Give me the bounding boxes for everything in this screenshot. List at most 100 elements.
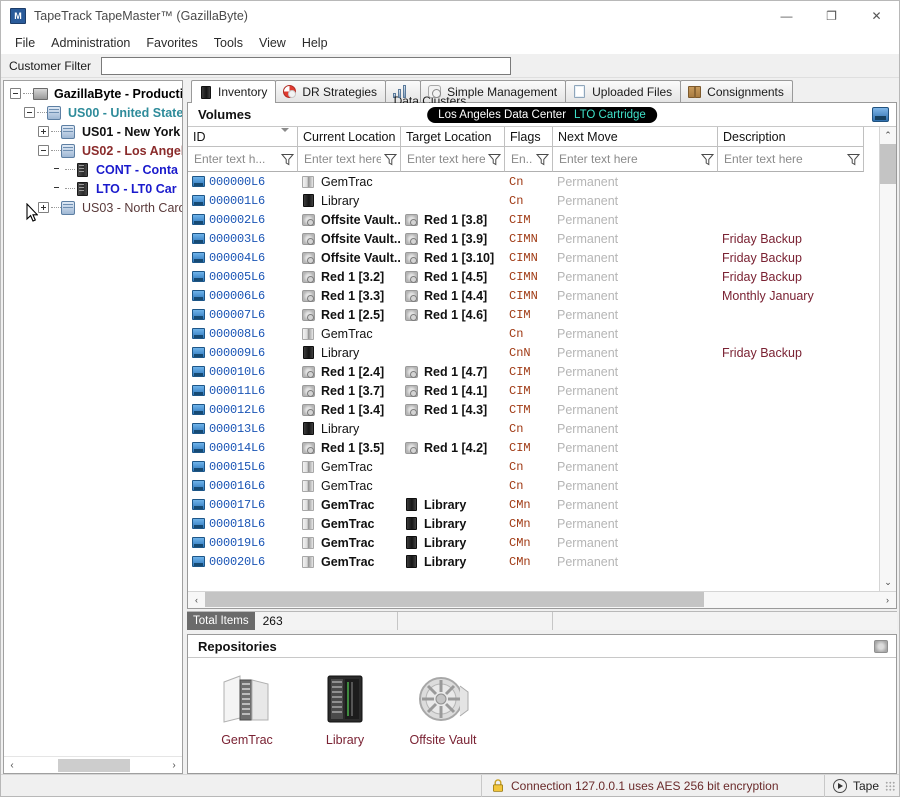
column-header-next-move[interactable]: Next Move	[553, 127, 718, 147]
table-row[interactable]: 000019L6 GemTrac Library CMn Permanent	[188, 533, 879, 552]
tree-node[interactable]: US00 - United State	[4, 103, 182, 122]
table-row[interactable]: 000007L6 Red 1 [2.5] Red 1 [4.6] CIM Permane…	[188, 305, 879, 324]
column-header-description[interactable]: Description	[718, 127, 864, 147]
table-row[interactable]: 000008L6 GemTrac Cn Permanent	[188, 324, 879, 343]
repository-item[interactable]: Library	[300, 672, 390, 773]
tree-node[interactable]: US02 - Los Angel	[4, 141, 182, 160]
filter-input-description[interactable]	[722, 151, 846, 167]
cell-next-move: Permanent	[553, 229, 718, 248]
column-header-id[interactable]: ID	[188, 127, 298, 147]
table-row[interactable]: 000017L6 GemTrac Library CMn Permanent	[188, 495, 879, 514]
table-row[interactable]: 000005L6 Red 1 [3.2] Red 1 [4.5] CIMN Perman…	[188, 267, 879, 286]
grid-vertical-scrollbar[interactable]: ⌃ ⌄	[879, 127, 896, 591]
filter-input-current-location[interactable]	[302, 151, 383, 167]
grid-scroll-left-icon[interactable]: ‹	[188, 592, 205, 608]
customer-filter-input[interactable]	[101, 56, 512, 75]
table-row[interactable]: 000009L6 Library CnN Permanent Friday Backup	[188, 343, 879, 362]
grid-vscroll-track[interactable]	[880, 144, 896, 574]
repository-item[interactable]: Offsite Vault	[398, 672, 488, 773]
menu-item-favorites[interactable]: Favorites	[138, 34, 205, 52]
cell-description	[718, 552, 864, 571]
tab-dr-strategies[interactable]: DR Strategies	[275, 80, 387, 102]
table-row[interactable]: 000016L6 GemTrac Cn Permanent	[188, 476, 879, 495]
tree-node[interactable]: CONT - Conta	[4, 160, 182, 179]
menu-item-view[interactable]: View	[251, 34, 294, 52]
table-row[interactable]: 000012L6 Red 1 [3.4] Red 1 [4.3] CTM Permane…	[188, 400, 879, 419]
vault-icon[interactable]	[874, 639, 888, 653]
window-title: TapeTrack TapeMaster™ (GazillaByte)	[34, 9, 248, 23]
grid-scroll-down-icon[interactable]: ⌄	[880, 574, 896, 591]
filter-input-target-location[interactable]	[405, 151, 487, 167]
table-row[interactable]: 000014L6 Red 1 [3.5] Red 1 [4.2] CIM Permane…	[188, 438, 879, 457]
sidebar-scroll-track[interactable]	[20, 757, 166, 773]
filter-funnel-icon[interactable]	[383, 152, 398, 167]
grid-hscroll-thumb[interactable]	[205, 592, 704, 607]
tab-inventory[interactable]: Inventory	[191, 80, 277, 103]
filter-funnel-icon[interactable]	[535, 152, 550, 167]
menu-item-help[interactable]: Help	[294, 34, 336, 52]
table-row[interactable]: 000002L6 Offsite Vault... Red 1 [3.8] CIM Pe…	[188, 210, 879, 229]
tab-consignments[interactable]: Consignments	[680, 80, 793, 102]
tab-data-clusters[interactable]: Data Clusters	[385, 80, 466, 108]
repository-item[interactable]: GemTrac	[202, 672, 292, 773]
table-row[interactable]: 000004L6 Offsite Vault... Red 1 [3.10] CIMN…	[188, 248, 879, 267]
close-button[interactable]: ✕	[854, 1, 899, 32]
cell-current-location: GemTrac	[298, 495, 401, 514]
filter-funnel-icon[interactable]	[846, 152, 861, 167]
resize-grip-icon[interactable]	[885, 780, 895, 791]
collapse-toggle-icon[interactable]	[10, 88, 21, 99]
grid-vscroll-thumb[interactable]	[880, 144, 896, 184]
grid-scroll-up-icon[interactable]: ⌃	[880, 127, 896, 144]
column-header-flags[interactable]: Flags	[505, 127, 553, 147]
minimize-button[interactable]: —	[764, 1, 809, 32]
table-row[interactable]: 000010L6 Red 1 [2.4] Red 1 [4.7] CIM Permane…	[188, 362, 879, 381]
table-row[interactable]: 000018L6 GemTrac Library CMn Permanent	[188, 514, 879, 533]
cell-target-location	[401, 343, 505, 362]
cell-target-location	[401, 172, 505, 191]
tree-node[interactable]: GazillaByte - Production	[4, 84, 182, 103]
filter-input-flags[interactable]	[509, 151, 535, 167]
table-row[interactable]: 000015L6 GemTrac Cn Permanent	[188, 457, 879, 476]
table-row[interactable]: 000020L6 GemTrac Library CMn Permanent	[188, 552, 879, 571]
table-row[interactable]: 000011L6 Red 1 [3.7] Red 1 [4.1] CIM Permane…	[188, 381, 879, 400]
menu-item-administration[interactable]: Administration	[43, 34, 138, 52]
menu-item-tools[interactable]: Tools	[206, 34, 251, 52]
column-header-target-location[interactable]: Target Location	[401, 127, 505, 147]
cell-description: Friday Backup	[718, 229, 864, 248]
sidebar-scroll-left-icon[interactable]: ‹	[4, 758, 20, 773]
table-row[interactable]: 000006L6 Red 1 [3.3] Red 1 [4.4] CIMN Perman…	[188, 286, 879, 305]
sidebar-horizontal-scrollbar[interactable]: ‹ ›	[4, 756, 182, 773]
tab-simple-management[interactable]: Simple Management	[420, 80, 567, 102]
tree-node[interactable]: US03 - North Caro	[4, 198, 182, 217]
filter-input-next-move[interactable]	[557, 151, 700, 167]
filter-funnel-icon[interactable]	[280, 152, 295, 167]
expand-toggle-icon[interactable]	[38, 126, 49, 137]
gemtrac-icon	[302, 479, 317, 492]
tree-node[interactable]: US01 - New York	[4, 122, 182, 141]
column-header-current-location[interactable]: Current Location	[298, 127, 401, 147]
table-row[interactable]: 000001L6 Library Cn Permanent	[188, 191, 879, 210]
cell-flags-label: CIMN	[509, 250, 538, 265]
filter-funnel-icon[interactable]	[487, 152, 502, 167]
filter-funnel-icon[interactable]	[700, 152, 715, 167]
cell-description	[718, 362, 864, 381]
expand-toggle-icon[interactable]	[38, 202, 49, 213]
tab-uploaded-files[interactable]: Uploaded Files	[565, 80, 682, 102]
grid-hscroll-track[interactable]	[205, 592, 879, 608]
tree-node[interactable]: LTO - LT0 Car	[4, 179, 182, 198]
menu-item-file[interactable]: File	[7, 34, 43, 52]
filter-input-id[interactable]	[192, 151, 280, 167]
cell-id-label: 000020L6	[209, 554, 266, 569]
collapse-toggle-icon[interactable]	[24, 107, 35, 118]
sidebar-scroll-right-icon[interactable]: ›	[166, 758, 182, 773]
table-row[interactable]: 000013L6 Library Cn Permanent	[188, 419, 879, 438]
table-row[interactable]: 000003L6 Offsite Vault... Red 1 [3.9] CIMN P…	[188, 229, 879, 248]
collapse-toggle-icon[interactable]	[38, 145, 49, 156]
play-icon[interactable]	[832, 778, 847, 793]
grid-horizontal-scrollbar[interactable]: ‹ ›	[188, 591, 896, 608]
sidebar-scroll-thumb[interactable]	[58, 758, 130, 772]
tape-cartridge-icon[interactable]	[872, 107, 889, 122]
maximize-button[interactable]: ❐	[809, 1, 854, 32]
table-row[interactable]: 000000L6 GemTrac Cn Permanent	[188, 172, 879, 191]
grid-scroll-right-icon[interactable]: ›	[879, 592, 896, 608]
